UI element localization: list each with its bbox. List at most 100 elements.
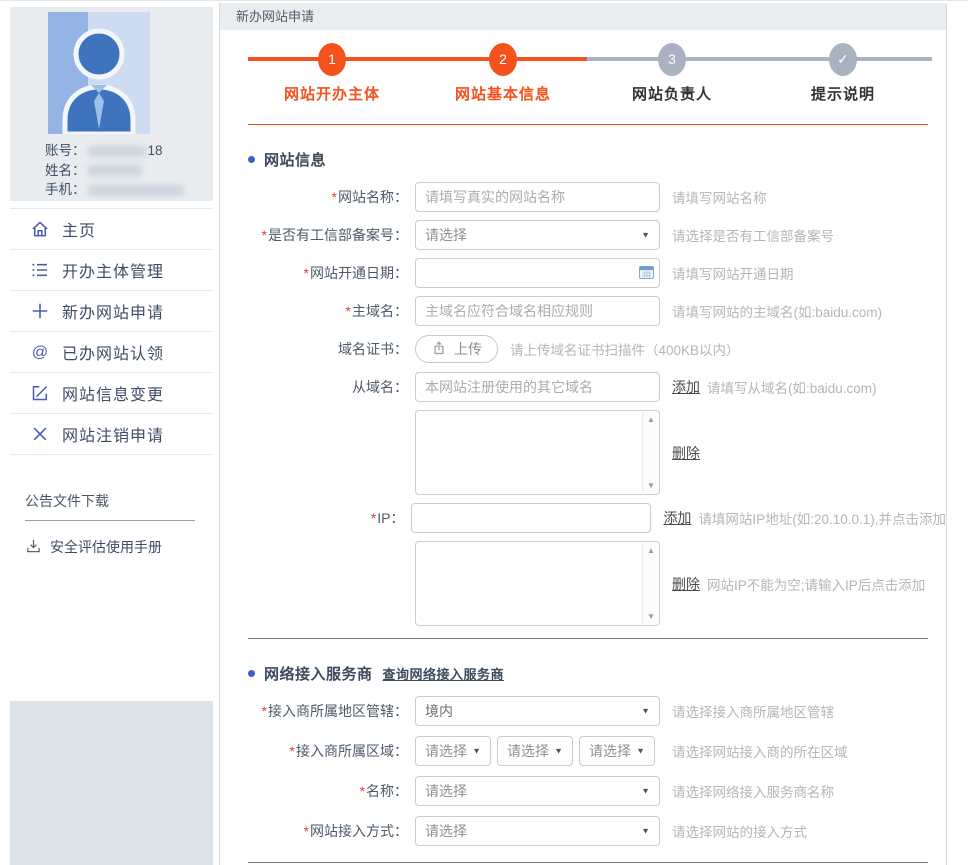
select-value: 请选择 [425,743,467,759]
step-label: 网站开办主体 [283,86,380,103]
field-label: *接入商所属区域： [289,743,408,759]
redacted-account-value [87,145,146,157]
name-line: 姓名： [45,161,213,181]
field-label: *网站名称： [331,189,408,205]
form-row-main-domain: *主域名： 请填写网站的主域名(如:baidu.com) [248,296,946,326]
account-suffix: 18 [147,143,163,158]
required-mark: * [331,189,337,205]
section-divider [248,638,928,639]
scroll-down-icon[interactable]: ▼ [643,481,659,490]
delete-ip-link[interactable]: 删除 [672,574,700,594]
upload-button[interactable]: 上传 [415,335,498,363]
section-title: 网络接入服务商 [264,666,373,683]
field-hint: 请填写网站的主域名(如:baidu.com) [672,305,883,320]
user-panel: 账号： 18 姓名： 手机： [10,7,213,201]
form-row-ip-list: ▲ ▼ 删除 网站IP不能为空;请输入IP后点击添加 [248,541,946,626]
field-hint: 请上传域名证书扫描件（400KB以内） [510,343,740,358]
step-label: 网站基本信息 [454,86,551,103]
section-bullet [248,156,255,163]
step-site-subject[interactable]: 1 网站开办主体 [272,43,392,104]
upload-icon [431,340,447,359]
section-divider [248,862,928,863]
step-circle: 3 [658,43,686,76]
sidebar-item-label: 主页 [62,223,97,240]
isp-name-select[interactable]: 请选择 ▼ [415,776,660,806]
required-mark: * [370,510,377,526]
redacted-name-value [87,165,142,177]
ip-input[interactable] [411,503,652,533]
field-label: 从域名： [352,379,408,395]
chevron-down-icon: ▼ [641,230,650,240]
field-label: *网站接入方式： [303,823,408,839]
sidebar-item-claim-site[interactable]: @ 已办网站认领 [10,332,213,373]
scroll-down-icon[interactable]: ▼ [643,612,659,621]
required-mark: * [359,783,365,799]
svg-text:@: @ [32,344,48,361]
plus-icon [30,301,50,321]
scroll-up-icon[interactable]: ▲ [643,546,659,555]
breadcrumb-title: 新办网站申请 [236,9,315,24]
open-date-input[interactable] [415,258,660,288]
delete-sub-domain-link[interactable]: 删除 [672,443,700,463]
region-city-select[interactable]: 请选择 ▼ [497,736,573,766]
account-line: 账号： 18 [45,141,213,161]
main-domain-input[interactable] [415,296,660,326]
region-province-select[interactable]: 请选择 ▼ [415,736,491,766]
sidebar: 账号： 18 姓名： 手机： 主页 开办主体管理 新办网站申请 @ 已办网站认领… [0,1,219,865]
field-label: *网站开通日期： [303,265,408,281]
add-ip-link[interactable]: 添加 [663,508,691,528]
sidebar-item-site-cancellation[interactable]: 网站注销申请 [10,414,213,455]
sidebar-menu: 主页 开办主体管理 新办网站申请 @ 已办网站认领 网站信息变更 网站注销申请 [10,208,213,455]
section-bullet [248,670,255,677]
query-isp-link[interactable]: 查询网络接入服务商 [383,664,505,683]
sidebar-item-new-site-application[interactable]: 新办网站申请 [10,291,213,332]
sidebar-item-label: 网站注销申请 [62,428,165,445]
download-icon [25,537,42,557]
field-label: *主域名： [345,303,408,319]
chevron-down-icon: ▼ [641,786,650,796]
step-circle: 2 [489,43,517,76]
name-label: 姓名： [45,162,86,178]
close-icon [30,424,50,444]
sidebar-item-label: 已办网站认领 [62,346,165,363]
step-instructions[interactable]: ✓ 提示说明 [783,43,903,104]
chevron-down-icon: ▼ [636,746,645,756]
scrollbar[interactable]: ▲ ▼ [642,543,658,624]
select-value: 请选择 [425,783,467,799]
form-row-sub-domain-list: ▲ ▼ 删除 [248,410,946,495]
scrollbar[interactable]: ▲ ▼ [642,412,658,493]
form-row-access-mode: *网站接入方式： 请选择 ▼ 请选择网站的接入方式 [248,816,946,846]
sidebar-item-site-info-change[interactable]: 网站信息变更 [10,373,213,414]
orange-divider [248,124,928,125]
edit-icon [30,383,50,403]
sidebar-item-label: 开办主体管理 [62,264,165,281]
sidebar-item-subject-management[interactable]: 开办主体管理 [10,250,213,291]
region-district-select[interactable]: 请选择 ▼ [579,736,655,766]
sub-domain-input[interactable] [415,372,660,402]
sub-domain-list-box[interactable]: ▲ ▼ [415,410,660,495]
access-mode-select[interactable]: 请选择 ▼ [415,816,660,846]
scroll-up-icon[interactable]: ▲ [643,415,659,424]
select-value: 境内 [425,703,453,719]
required-mark: * [261,227,267,243]
step-site-manager[interactable]: 3 网站负责人 [612,43,732,104]
sidebar-item-security-manual[interactable]: 安全评估使用手册 [25,537,195,557]
downloads-title: 公告文件下载 [25,491,195,521]
icp-select[interactable]: 请选择 ▼ [415,220,660,250]
field-hint: 请选择网站接入商的所在区域 [672,745,848,760]
step-site-basic-info[interactable]: 2 网站基本信息 [443,43,563,104]
add-sub-domain-link[interactable]: 添加 [672,377,700,397]
calendar-icon[interactable] [639,265,654,285]
ip-list-box[interactable]: ▲ ▼ [415,541,660,626]
step-circle: 1 [318,43,346,76]
download-item-label: 安全评估使用手册 [50,539,162,555]
chevron-down-icon: ▼ [472,746,481,756]
select-value: 请选择 [425,227,467,243]
select-value: 请选择 [589,743,631,759]
site-name-input[interactable] [415,182,660,212]
sidebar-item-home[interactable]: 主页 [10,209,213,250]
jurisdiction-select[interactable]: 境内 ▼ [415,696,660,726]
form-row-open-date: *网站开通日期： 请填写网站开通日期 [248,258,946,288]
form-row-ip: *IP： 添加 请填网站IP地址(如:20.10.0.1),并点击添加 [248,503,946,533]
breadcrumb: 新办网站申请 [220,3,946,30]
